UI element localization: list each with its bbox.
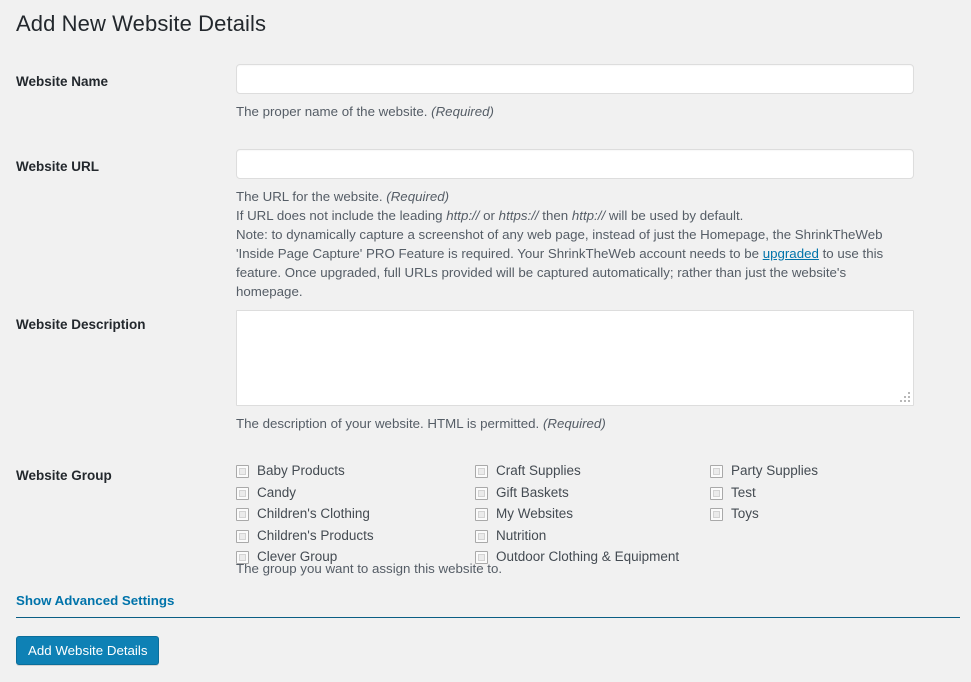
help-url-line2-c: then (538, 208, 572, 223)
help-url-line1: The URL for the website. (236, 189, 387, 204)
checkbox-icon[interactable] (475, 465, 488, 478)
checkbox-label: Test (731, 484, 756, 500)
help-url-proto-http: http:// (446, 208, 480, 223)
website-name-input[interactable] (236, 64, 914, 94)
checkbox-icon[interactable] (236, 508, 249, 521)
checkbox-icon[interactable] (710, 508, 723, 521)
checkbox-label: Outdoor Clothing & Equipment (496, 549, 680, 565)
checkbox-item-candy[interactable]: Candy (236, 483, 374, 504)
help-website-name-text: The proper name of the website. (236, 104, 432, 119)
checkbox-icon[interactable] (710, 465, 723, 478)
website-description-textarea[interactable] (236, 310, 914, 406)
checkbox-icon[interactable] (710, 486, 723, 500)
website-description-wrapper (236, 310, 914, 406)
checkbox-item-craft-supplies[interactable]: Craft Supplies (475, 461, 679, 482)
checkbox-icon[interactable] (236, 551, 249, 564)
checkbox-label: Children's Clothing (257, 506, 370, 522)
page-title: Add New Website Details (16, 11, 267, 36)
field-website-name: The proper name of the website. (Require… (236, 64, 914, 121)
website-group-checkbox-columns: Baby Products Candy Children's Clothing … (236, 461, 936, 564)
show-advanced-settings-link[interactable]: Show Advanced Settings (16, 593, 174, 608)
website-group-column-1: Baby Products Candy Children's Clothing … (236, 461, 374, 569)
label-website-description: Website Description (16, 317, 146, 332)
help-website-name-required: (Required) (431, 104, 494, 119)
checkbox-label: Party Supplies (731, 463, 819, 479)
help-url-line1-required: (Required) (386, 189, 450, 204)
help-url-line2-d: will be used by default. (605, 208, 744, 223)
checkbox-icon[interactable] (475, 551, 488, 564)
checkbox-icon[interactable] (475, 508, 488, 521)
label-website-name: Website Name (16, 74, 109, 89)
label-website-url: Website URL (16, 159, 100, 174)
checkbox-item-nutrition[interactable]: Nutrition (475, 526, 679, 547)
checkbox-label: Craft Supplies (496, 463, 581, 479)
label-website-group: Website Group (16, 468, 112, 483)
checkbox-item-gift-baskets[interactable]: Gift Baskets (475, 483, 679, 504)
upgraded-link[interactable]: upgraded (763, 246, 819, 261)
checkbox-label: My Websites (496, 506, 574, 522)
add-website-details-button[interactable]: Add Website Details (16, 636, 160, 665)
advanced-settings-divider (16, 617, 960, 618)
field-website-group: Baby Products Candy Children's Clothing … (236, 461, 914, 578)
website-group-column-3: Party Supplies Test Toys (710, 461, 818, 526)
add-website-details-page: Add New Website Details Website Name The… (0, 0, 971, 682)
checkbox-icon[interactable] (475, 529, 488, 543)
checkbox-item-childrens-products[interactable]: Children's Products (236, 526, 374, 547)
help-website-name: The proper name of the website. (Require… (236, 102, 914, 121)
checkbox-item-outdoor-clothing-equipment[interactable]: Outdoor Clothing & Equipment (475, 547, 679, 568)
checkbox-label: Toys (731, 506, 759, 522)
checkbox-icon[interactable] (475, 486, 488, 500)
checkbox-icon[interactable] (236, 529, 249, 543)
field-website-url: The URL for the website. (Required) If UR… (236, 149, 914, 301)
checkbox-item-toys[interactable]: Toys (710, 504, 818, 525)
checkbox-icon[interactable] (236, 465, 249, 478)
checkbox-label: Nutrition (496, 527, 547, 543)
help-website-url: The URL for the website. (Required) If UR… (236, 187, 914, 301)
help-website-description: The description of your website. HTML is… (236, 414, 914, 433)
checkbox-icon[interactable] (236, 486, 249, 500)
website-group-column-2: Craft Supplies Gift Baskets My Websites … (475, 461, 679, 569)
help-url-line2-b: or (479, 208, 499, 223)
checkbox-item-test[interactable]: Test (710, 483, 818, 504)
checkbox-item-my-websites[interactable]: My Websites (475, 504, 679, 525)
checkbox-item-party-supplies[interactable]: Party Supplies (710, 461, 818, 482)
checkbox-label: Candy (257, 484, 297, 500)
checkbox-label: Clever Group (257, 549, 338, 565)
checkbox-label: Gift Baskets (496, 484, 569, 500)
help-url-line2-a: If URL does not include the leading (236, 208, 447, 223)
help-url-proto-default: http:// (571, 208, 606, 223)
help-url-proto-https: https:// (498, 208, 539, 223)
checkbox-item-baby-products[interactable]: Baby Products (236, 461, 374, 482)
checkbox-label: Baby Products (257, 463, 345, 479)
help-description-text: The description of your website. HTML is… (236, 416, 543, 431)
help-description-required: (Required) (542, 416, 606, 431)
website-url-input[interactable] (236, 149, 914, 179)
field-website-description: The description of your website. HTML is… (236, 310, 914, 433)
checkbox-item-clever-group[interactable]: Clever Group (236, 547, 374, 568)
checkbox-label: Children's Products (257, 527, 374, 543)
checkbox-item-childrens-clothing[interactable]: Children's Clothing (236, 504, 374, 525)
